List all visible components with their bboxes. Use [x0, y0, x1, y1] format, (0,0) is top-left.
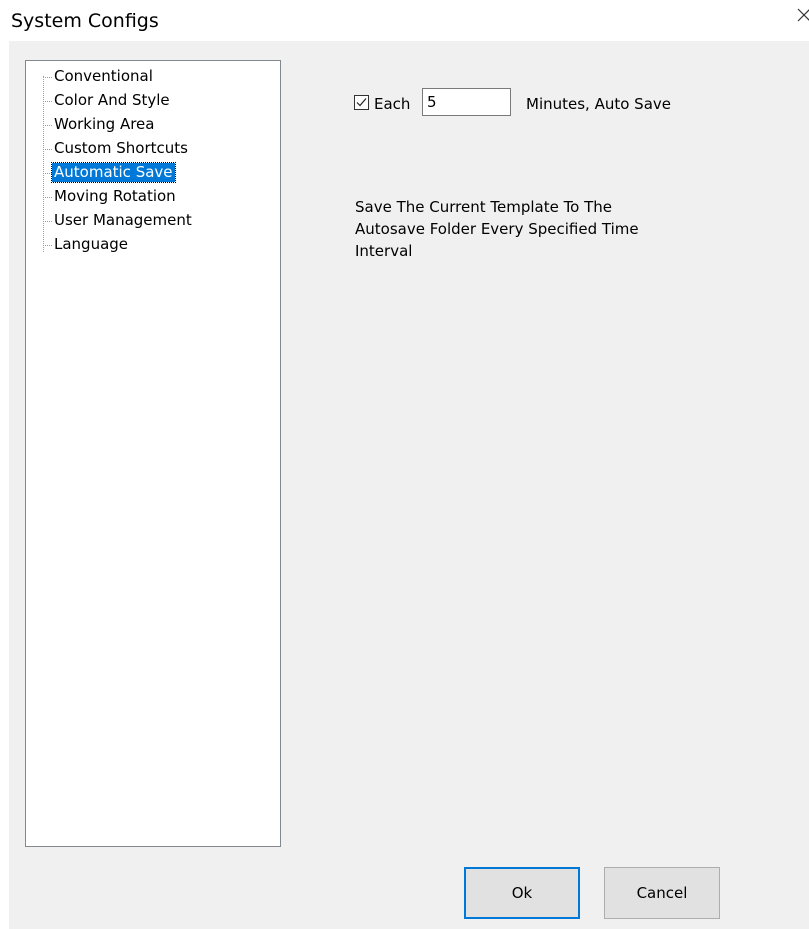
- settings-tree[interactable]: Conventional Color And Style Working Are…: [25, 60, 281, 847]
- tree-item-user-management[interactable]: User Management: [26, 209, 266, 233]
- checkmark-icon: [356, 98, 367, 107]
- tree-item-label: Working Area: [54, 115, 155, 133]
- tree-item-moving-rotation[interactable]: Moving Rotation: [26, 185, 266, 209]
- window-title: System Configs: [11, 10, 159, 32]
- tree-item-label: Color And Style: [54, 91, 170, 109]
- tree-item-label-selected: Automatic Save: [51, 162, 176, 183]
- tree-item-label: Conventional: [54, 67, 153, 85]
- ok-button[interactable]: Ok: [464, 867, 580, 919]
- description-line: Interval: [355, 242, 413, 260]
- system-configs-dialog: System Configs Conventional Color And St…: [0, 0, 809, 929]
- description-line: Autosave Folder Every Specified Time: [355, 220, 639, 238]
- cancel-button[interactable]: Cancel: [604, 867, 720, 919]
- tree-item-working-area[interactable]: Working Area: [26, 113, 266, 137]
- autosave-description: Save The Current Template To The Autosav…: [355, 196, 675, 262]
- autosave-checkbox[interactable]: [354, 95, 369, 110]
- title-bar: System Configs: [0, 0, 809, 41]
- tree-item-language[interactable]: Language: [26, 233, 266, 257]
- tree-item-automatic-save[interactable]: Automatic Save: [26, 161, 266, 185]
- minutes-auto-save-label: Minutes, Auto Save: [526, 95, 671, 113]
- description-line: Save The Current Template To The: [355, 198, 613, 216]
- tree-item-label: Moving Rotation: [54, 187, 176, 205]
- each-label: Each: [374, 95, 411, 113]
- close-button[interactable]: [795, 4, 809, 26]
- tree-item-color-and-style[interactable]: Color And Style: [26, 89, 266, 113]
- close-icon: [797, 8, 809, 22]
- tree-item-conventional[interactable]: Conventional: [26, 65, 266, 89]
- dialog-client-area: Conventional Color And Style Working Are…: [9, 41, 809, 929]
- minutes-input[interactable]: [422, 88, 511, 116]
- tree-item-label: Custom Shortcuts: [54, 139, 188, 157]
- tree-item-custom-shortcuts[interactable]: Custom Shortcuts: [26, 137, 266, 161]
- tree-item-label: Language: [54, 235, 129, 253]
- tree-item-label: User Management: [54, 211, 192, 229]
